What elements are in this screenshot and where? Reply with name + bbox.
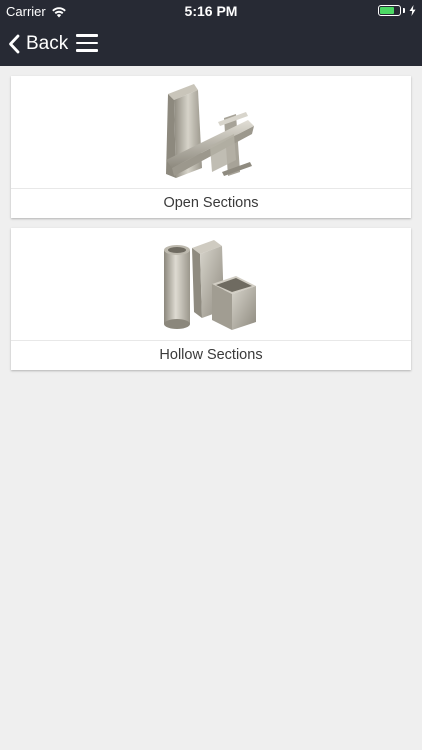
hollow-sections-image <box>11 228 411 340</box>
card-label: Hollow Sections <box>159 347 263 363</box>
clock: 5:16 PM <box>184 3 238 19</box>
chevron-left-icon <box>9 34 20 54</box>
battery-icon <box>378 5 401 16</box>
battery-indicator <box>378 5 416 16</box>
status-bar: Carrier 5:16 PM <box>0 0 422 22</box>
navigation-bar: Back <box>0 22 422 66</box>
open-sections-illustration <box>166 84 254 178</box>
section-card-open[interactable]: Open Sections <box>11 76 411 218</box>
battery-tip <box>403 8 405 13</box>
top-bar: Carrier 5:16 PM Back <box>0 0 422 66</box>
hollow-sections-illustration <box>164 240 256 330</box>
section-card-hollow[interactable]: Hollow Sections <box>11 228 411 370</box>
back-label: Back <box>26 33 69 54</box>
card-label: Open Sections <box>163 195 259 211</box>
battery-fill <box>380 7 395 14</box>
hamburger-menu-icon[interactable] <box>76 34 98 52</box>
charging-bolt-icon <box>409 5 416 16</box>
open-sections-image <box>11 76 411 188</box>
back-button[interactable]: Back <box>8 30 68 58</box>
